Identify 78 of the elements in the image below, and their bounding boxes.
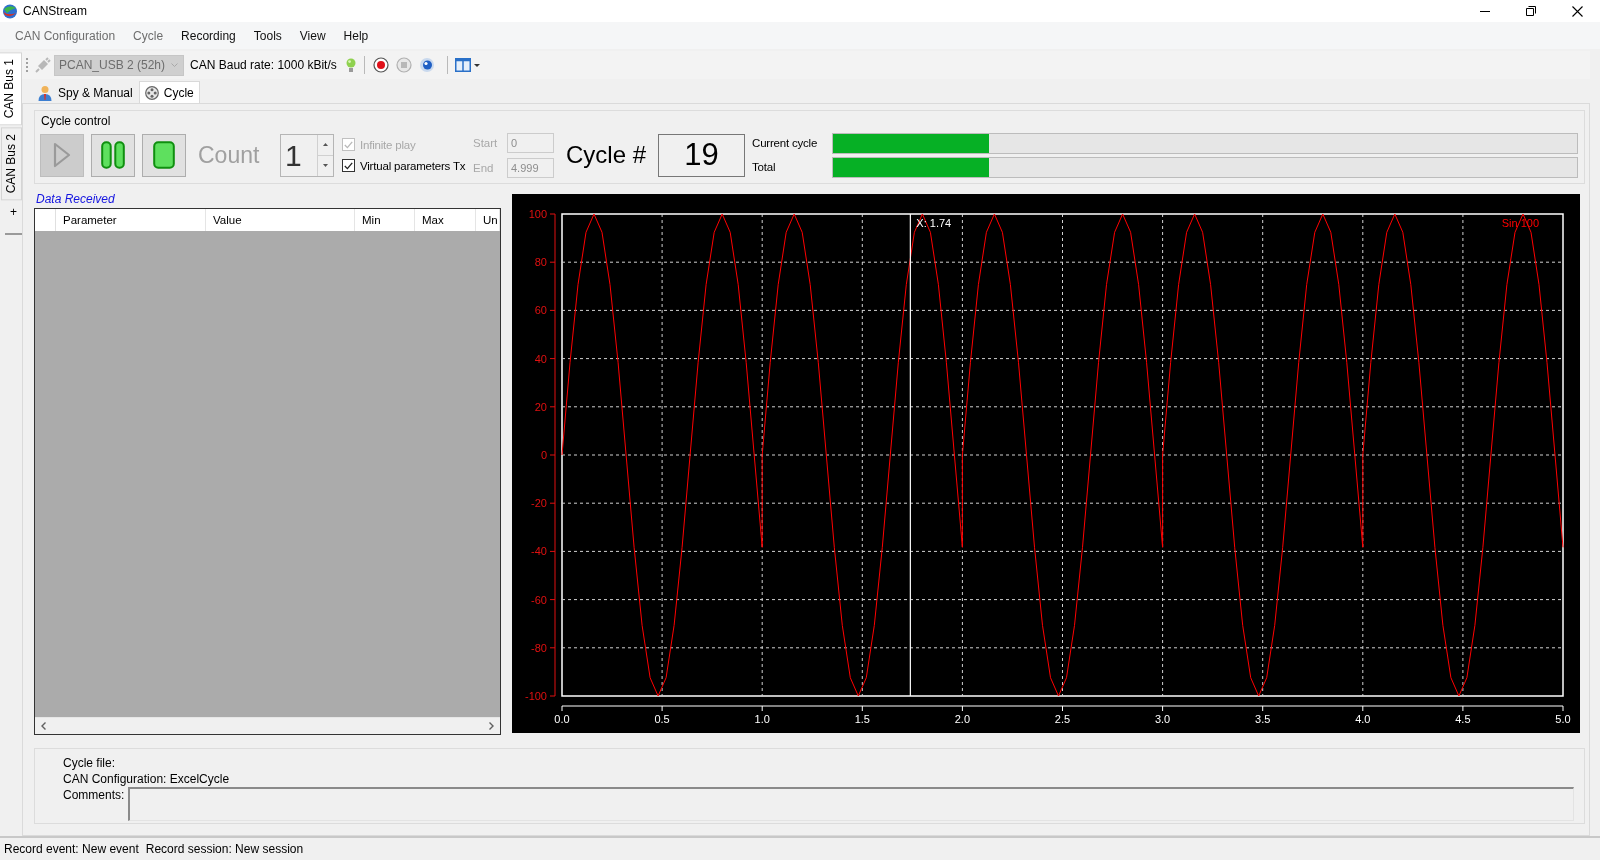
cycle-file-label: Cycle file: — [63, 755, 115, 771]
field-label: End — [473, 161, 495, 174]
progress-label: Total — [752, 161, 777, 173]
checkbox-label: Infinite play — [360, 138, 416, 151]
cursor-line[interactable] — [909, 213, 911, 697]
side-tab[interactable]: CAN Bus 2 — [1, 127, 22, 201]
menu-item[interactable]: Help — [334, 26, 378, 45]
down-caret-icon — [323, 164, 328, 168]
axis-label: -100 — [524, 690, 547, 702]
side-tab[interactable]: CAN Bus 1 — [0, 52, 22, 126]
legend-label: Sin 100 — [1501, 217, 1539, 229]
user-icon — [37, 85, 53, 101]
pause-icon — [101, 141, 125, 169]
axis-label: 4.0 — [1355, 713, 1371, 725]
tab[interactable]: Cycle — [138, 81, 200, 103]
light-bulb-icon — [345, 57, 356, 73]
pause-button[interactable] — [91, 133, 135, 177]
restore-icon — [1526, 6, 1536, 16]
group-title: Cycle control — [41, 113, 111, 129]
axis-label: 40 — [534, 352, 547, 365]
status-text: Record event: New event — [4, 842, 139, 856]
field-label: Start — [473, 136, 499, 149]
axis-label: 3.5 — [1255, 713, 1271, 725]
lens-icon — [418, 57, 435, 73]
menu-item[interactable]: Tools — [244, 26, 291, 45]
axis-label: -80 — [531, 641, 547, 654]
comments-label: Comments: — [63, 787, 125, 803]
axis-label: -20 — [531, 497, 547, 510]
check-icon — [344, 140, 353, 149]
menu-item[interactable]: Recording — [172, 26, 245, 45]
axis-label: 2.5 — [1054, 713, 1071, 725]
axis-label: 20 — [534, 400, 547, 413]
axis-label: 0.5 — [654, 713, 670, 725]
menu-item[interactable]: View — [290, 26, 335, 45]
columns-icon — [455, 58, 472, 72]
axis-label: -40 — [531, 545, 547, 558]
checkbox-label: Virtual parameters Tx — [360, 159, 466, 172]
stop-button[interactable] — [142, 133, 186, 177]
plug-icon — [35, 57, 51, 73]
cycle-number-label: Cycle # — [566, 141, 647, 169]
count-spinner[interactable]: 1 — [280, 133, 334, 177]
comments-field[interactable] — [128, 787, 1574, 821]
close-icon — [1571, 5, 1583, 17]
window-title: CANStream — [23, 4, 87, 18]
axis-label: 4.5 — [1455, 713, 1471, 725]
play-icon — [53, 142, 71, 168]
grip-icon — [26, 58, 29, 72]
caret-icon — [474, 63, 481, 67]
section-title: Data Received — [35, 191, 115, 208]
axis-label: 100 — [528, 208, 547, 220]
axis-label: 60 — [534, 304, 547, 317]
axis-label: 2.0 — [954, 713, 971, 725]
cycle-number-display: 19 — [658, 133, 746, 177]
axis-label: -60 — [531, 593, 547, 606]
app-icon — [2, 3, 18, 19]
stop-icon — [395, 57, 412, 73]
axis-label: 0 — [540, 449, 547, 461]
axis-label: 3.0 — [1154, 713, 1171, 725]
caret-icon — [171, 63, 179, 67]
progress-label: Current cycle — [752, 137, 819, 149]
record-icon — [372, 57, 389, 73]
status-text: Record session: New session — [145, 842, 304, 856]
can-configuration-label: CAN Configuration: ExcelCycle — [63, 771, 230, 787]
baud-rate-label: CAN Baud rate: 1000 kBit/s — [190, 58, 337, 72]
axis-label: 0.0 — [554, 713, 570, 725]
axis-label: 80 — [534, 256, 547, 269]
minimize-icon — [1480, 10, 1490, 12]
up-caret-icon — [323, 143, 328, 147]
count-label: Count — [198, 141, 261, 169]
checkbox[interactable] — [342, 159, 355, 172]
tab[interactable]: Spy & Manual — [31, 82, 139, 103]
stop-icon — [153, 141, 175, 169]
check-icon — [344, 161, 353, 170]
add-tab-button[interactable]: + — [5, 202, 22, 235]
axis-label: 5.0 — [1555, 713, 1571, 725]
axis-label: 1.5 — [854, 713, 870, 725]
reel-icon — [144, 85, 159, 100]
axis-label: 1.0 — [754, 713, 770, 725]
